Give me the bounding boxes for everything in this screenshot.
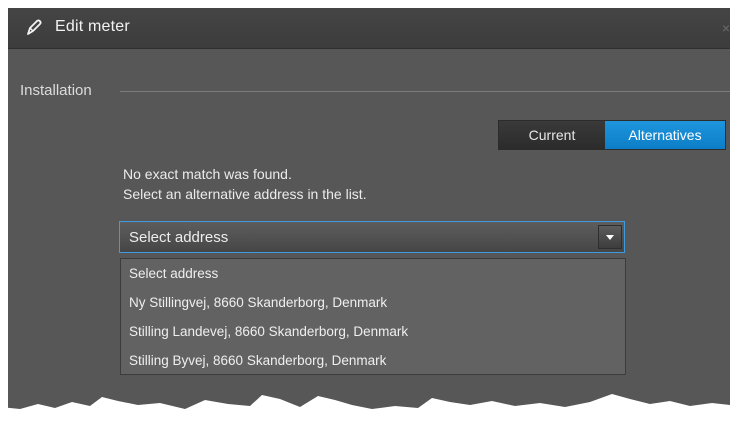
pencil-icon	[27, 19, 42, 35]
close-icon[interactable]: ×	[722, 20, 730, 36]
address-dropdown-list: Select address Ny Stillingvej, 8660 Skan…	[120, 258, 626, 375]
section-divider	[120, 91, 730, 92]
toggle-current-button[interactable]: Current	[499, 121, 605, 149]
address-option[interactable]: Stilling Landevej, 8660 Skanderborg, Den…	[121, 317, 625, 346]
torn-edge	[0, 394, 730, 421]
address-option[interactable]: Ny Stillingvej, 8660 Skanderborg, Denmar…	[121, 288, 625, 317]
address-option[interactable]: Stilling Byvej, 8660 Skanderborg, Denmar…	[121, 346, 625, 375]
address-option[interactable]: Select address	[121, 259, 625, 288]
chevron-down-icon[interactable]	[598, 225, 622, 249]
no-match-message: No exact match was found.	[123, 166, 292, 182]
address-select[interactable]: Select address	[119, 221, 625, 253]
edit-meter-dialog: Edit meter × Installation Current Altern…	[8, 8, 730, 421]
dialog-title: Edit meter	[55, 18, 130, 35]
dialog-titlebar: Edit meter ×	[8, 8, 730, 49]
select-alternative-instruction: Select an alternative address in the lis…	[123, 186, 367, 202]
address-select-value: Select address	[129, 229, 229, 246]
toggle-alternatives-button[interactable]: Alternatives	[605, 121, 725, 149]
installation-section-label: Installation	[20, 82, 92, 99]
page: Edit meter × Installation Current Altern…	[0, 0, 730, 421]
current-alternatives-toggle: Current Alternatives	[498, 120, 726, 150]
